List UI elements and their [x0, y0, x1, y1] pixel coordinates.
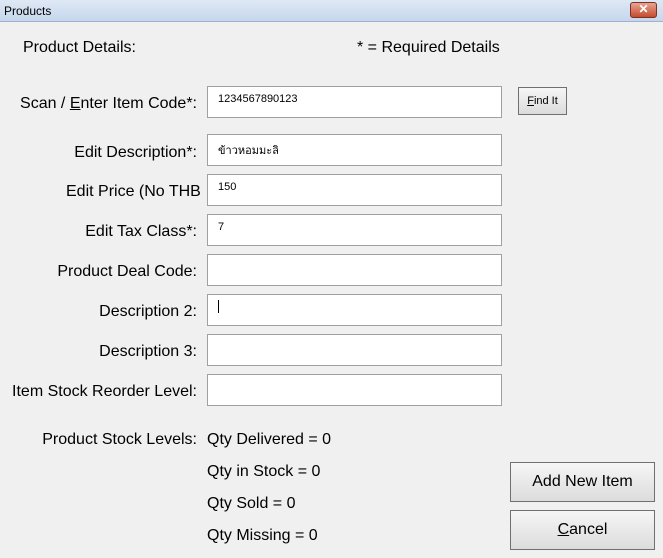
close-icon: ✕: [638, 2, 649, 16]
description-label: Edit Description*:: [74, 144, 197, 161]
reorder-level-label: Item Stock Reorder Level:: [12, 383, 197, 400]
reorder-level-input[interactable]: [207, 374, 502, 406]
qty-sold: Qty Sold = 0: [207, 495, 296, 512]
description-input[interactable]: ข้าวหอมมะลิ: [207, 134, 502, 166]
item-code-label: Scan / Enter Item Code*:: [20, 95, 197, 112]
window-title: Products: [4, 4, 52, 18]
description3-label: Description 3:: [99, 343, 197, 360]
close-button[interactable]: ✕: [630, 2, 657, 18]
stock-levels-label: Product Stock Levels:: [42, 431, 197, 448]
deal-code-input[interactable]: [207, 254, 502, 286]
price-label: Edit Price (No THB Sign)*:: [66, 183, 206, 200]
required-note: * = Required Details: [357, 39, 500, 56]
cancel-button[interactable]: Cancel: [510, 510, 655, 550]
qty-missing: Qty Missing = 0: [207, 527, 318, 544]
price-input[interactable]: 150: [207, 174, 502, 206]
product-details-heading: Product Details:: [23, 39, 136, 56]
deal-code-label: Product Deal Code:: [57, 263, 197, 280]
qty-in-stock: Qty in Stock = 0: [207, 463, 321, 480]
text-caret: [218, 299, 219, 313]
qty-delivered: Qty Delivered = 0: [207, 431, 332, 448]
title-bar: Products ✕: [0, 0, 663, 22]
find-it-button[interactable]: Find It: [518, 87, 567, 115]
description3-input[interactable]: [207, 334, 502, 366]
add-new-item-button[interactable]: Add New Item: [510, 462, 655, 502]
tax-class-input[interactable]: 7: [207, 214, 502, 246]
description2-input[interactable]: [207, 294, 502, 326]
description2-label: Description 2:: [99, 303, 197, 320]
tax-class-label: Edit Tax Class*:: [85, 223, 197, 240]
item-code-input[interactable]: 1234567890123: [207, 86, 502, 118]
products-window: Products ✕ Product Details: * = Required…: [0, 0, 663, 558]
